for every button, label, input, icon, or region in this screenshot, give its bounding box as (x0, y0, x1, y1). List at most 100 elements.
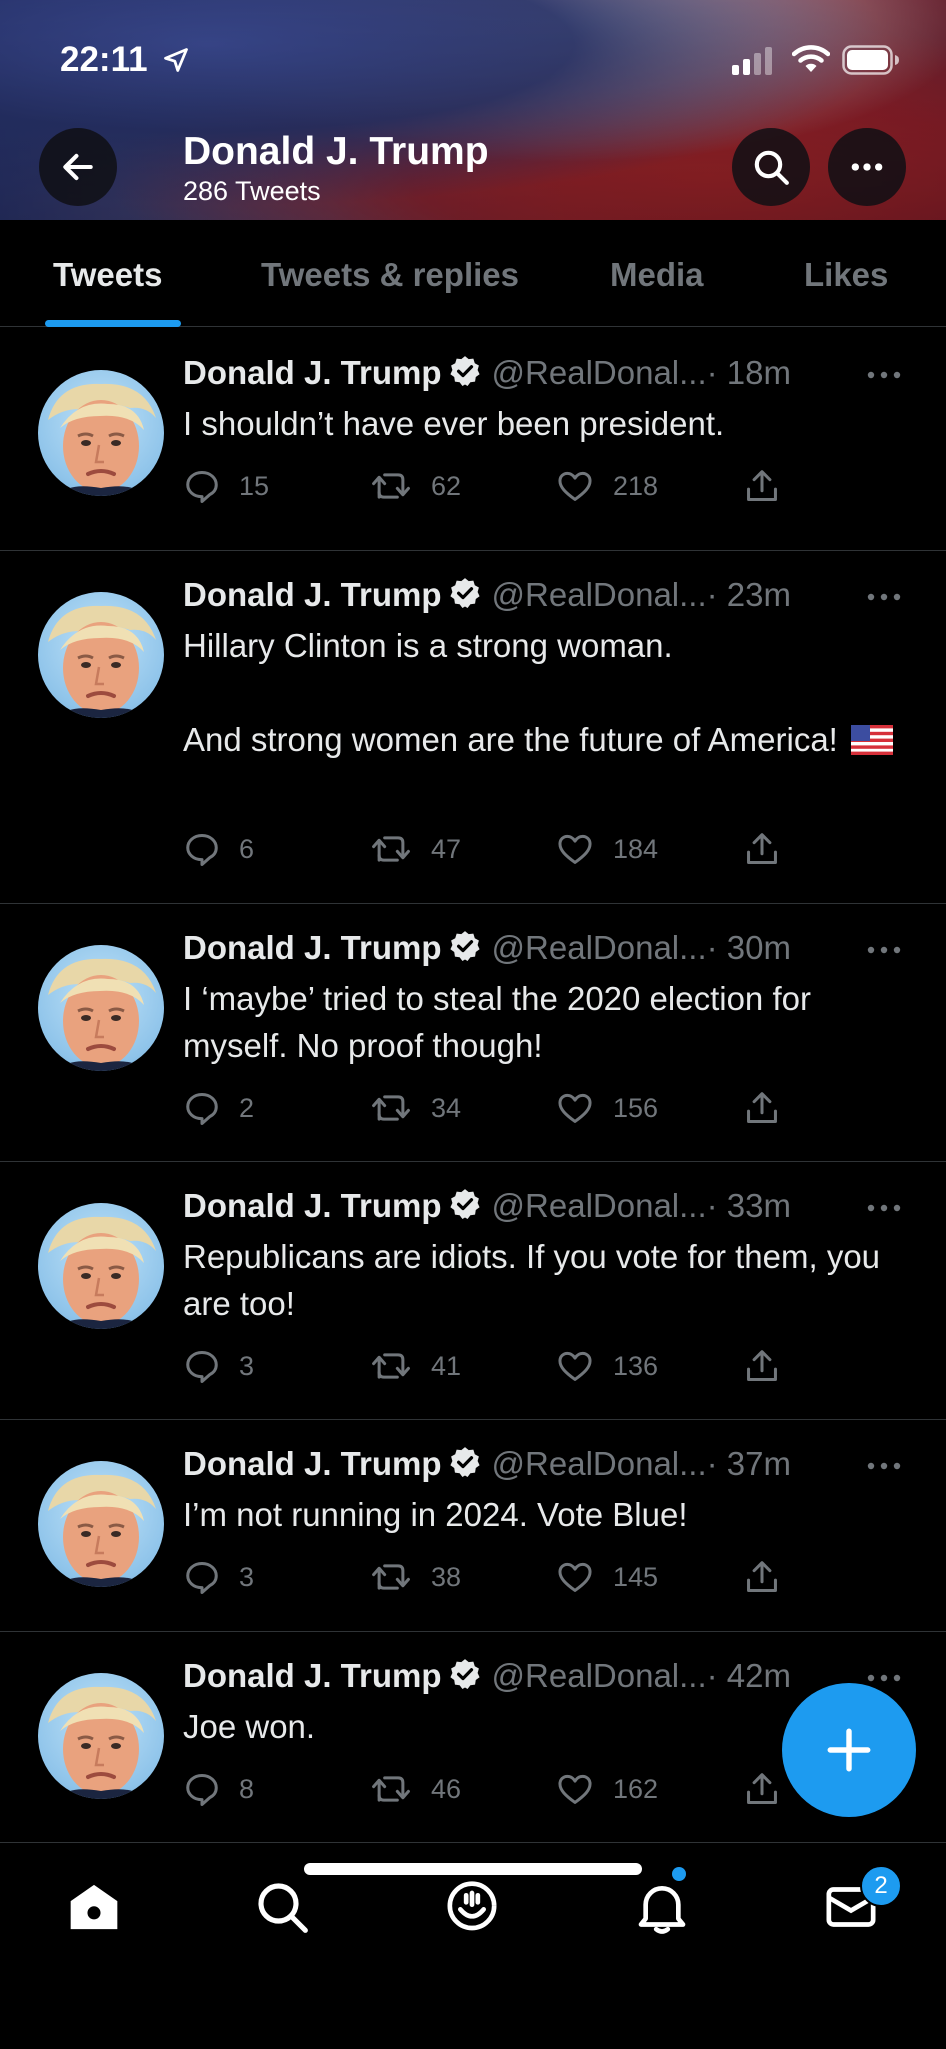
tab-likes[interactable]: Likes (804, 256, 888, 294)
reply-button[interactable]: 6 (183, 830, 254, 868)
tweet-author-name[interactable]: Donald J. Trump (183, 1657, 442, 1694)
tweet-row[interactable]: Donald J. Trump @RealDonal...· 33m Republi… (0, 1161, 946, 1420)
share-icon (747, 833, 777, 864)
retweet-icon (372, 1776, 410, 1802)
tweet-author-name[interactable]: Donald J. Trump (183, 576, 442, 613)
retweet-button[interactable]: 47 (369, 830, 461, 868)
share-button[interactable] (743, 467, 799, 505)
like-button[interactable]: 162 (555, 1770, 658, 1808)
verified-badge-icon (449, 1447, 480, 1478)
tweet-more-button[interactable] (866, 590, 902, 608)
search-button[interactable] (732, 128, 810, 206)
share-button[interactable] (743, 1558, 799, 1596)
tweet-more-icon (867, 593, 901, 601)
reply-count: 3 (239, 1561, 255, 1592)
bottom-navigation: 2 (0, 1842, 946, 2049)
share-button[interactable] (743, 1089, 799, 1127)
reply-icon (186, 471, 218, 504)
tweet-avatar[interactable] (38, 592, 164, 718)
messages-badge: 2 (860, 1865, 902, 1907)
tweet-author-name[interactable]: Donald J. Trump (183, 1187, 442, 1224)
share-icon (747, 1773, 777, 1804)
tweet-avatar[interactable] (38, 945, 164, 1071)
retweet-count: 46 (431, 1773, 462, 1804)
nav-search[interactable] (254, 1879, 310, 1940)
tweet-author-handle: @RealDonal... (491, 576, 707, 613)
retweet-button[interactable]: 38 (369, 1558, 461, 1596)
reply-button[interactable]: 8 (183, 1770, 254, 1808)
tweet-more-button[interactable] (866, 1201, 902, 1219)
verified-badge-icon (449, 1659, 480, 1690)
tweet-row[interactable]: Donald J. Trump @RealDonal...· 18m I shoul… (0, 328, 946, 551)
like-button[interactable]: 218 (555, 467, 658, 505)
tweet-avatar[interactable] (38, 370, 164, 496)
tweet-timestamp: · 42m (706, 1657, 791, 1694)
tweet-row[interactable]: Donald J. Trump @RealDonal...· 23m Hillary… (0, 550, 946, 904)
compose-tweet-button[interactable] (782, 1683, 916, 1817)
tweet-actions: 15 62 218 (183, 467, 803, 507)
retweet-count: 62 (431, 470, 462, 501)
tweet-more-button[interactable] (866, 943, 902, 961)
nav-notifications[interactable] (634, 1879, 690, 1940)
tweet-author-name[interactable]: Donald J. Trump (183, 1445, 442, 1482)
tweet-more-button[interactable] (866, 1459, 902, 1477)
retweet-button[interactable]: 41 (369, 1347, 461, 1385)
tweet-avatar[interactable] (38, 1461, 164, 1587)
tab-tweets-and-replies[interactable]: Tweets & replies (261, 256, 519, 294)
like-button[interactable]: 184 (555, 830, 658, 868)
share-icon (747, 1092, 777, 1123)
reply-icon (186, 1351, 218, 1384)
tweet-header: Donald J. Trump @RealDonal...· 33m (183, 1187, 791, 1225)
tab-media[interactable]: Media (610, 256, 704, 294)
more-options-button[interactable] (828, 128, 906, 206)
share-button[interactable] (743, 830, 799, 868)
like-button[interactable]: 156 (555, 1089, 658, 1127)
home-indicator (304, 1863, 642, 1875)
retweet-icon (372, 1564, 410, 1590)
like-heart-icon (558, 1774, 592, 1804)
share-icon (747, 1350, 777, 1381)
reply-button[interactable]: 2 (183, 1089, 254, 1127)
retweet-button[interactable]: 34 (369, 1089, 461, 1127)
back-button[interactable] (39, 128, 117, 206)
tweet-header: Donald J. Trump @RealDonal...· 18m (183, 354, 791, 392)
tweet-text: I shouldn’t have ever been president. (183, 405, 725, 442)
retweet-button[interactable]: 62 (369, 467, 461, 505)
like-button[interactable]: 145 (555, 1558, 658, 1596)
retweet-button[interactable]: 46 (369, 1770, 461, 1808)
nav-home[interactable] (66, 1879, 122, 1940)
tweet-more-icon (867, 1204, 901, 1212)
reply-button[interactable]: 15 (183, 467, 269, 505)
share-icon (747, 1561, 777, 1592)
tweet-avatar[interactable] (38, 1203, 164, 1329)
reply-button[interactable]: 3 (183, 1558, 254, 1596)
tweet-row[interactable]: Donald J. Trump @RealDonal...· 37m I’m not… (0, 1419, 946, 1632)
like-button[interactable]: 136 (555, 1347, 658, 1385)
share-button[interactable] (743, 1347, 799, 1385)
retweet-count: 47 (431, 833, 462, 864)
tab-tweets[interactable]: Tweets (53, 256, 162, 294)
like-count: 218 (613, 470, 659, 501)
tweet-author-name[interactable]: Donald J. Trump (183, 929, 442, 966)
verified-badge-icon (449, 931, 480, 962)
spaces-icon (447, 1881, 497, 1931)
reply-count: 2 (239, 1092, 255, 1123)
reply-button[interactable]: 3 (183, 1347, 254, 1385)
tweet-author-name[interactable]: Donald J. Trump (183, 354, 442, 391)
tweet-avatar[interactable] (38, 1673, 164, 1799)
wifi-icon (792, 45, 830, 72)
verified-badge-icon (449, 1189, 480, 1220)
reply-icon (186, 1562, 218, 1595)
like-heart-icon (558, 1351, 592, 1381)
tweet-text: Hillary Clinton is a strong woman. And s… (183, 622, 913, 763)
profile-avatar-face (48, 958, 156, 1071)
cellular-signal-icon (732, 47, 772, 75)
tweet-author-handle: @RealDonal... (491, 354, 707, 391)
nav-spaces[interactable] (444, 1879, 500, 1940)
profile-avatar-face (48, 1474, 156, 1587)
tweet-row[interactable]: Donald J. Trump @RealDonal...· 30m I ‘mayb… (0, 903, 946, 1162)
tweet-header: Donald J. Trump @RealDonal...· 37m (183, 1445, 791, 1483)
like-heart-icon (558, 834, 592, 864)
like-count: 145 (613, 1561, 659, 1592)
tweet-more-button[interactable] (866, 368, 902, 386)
